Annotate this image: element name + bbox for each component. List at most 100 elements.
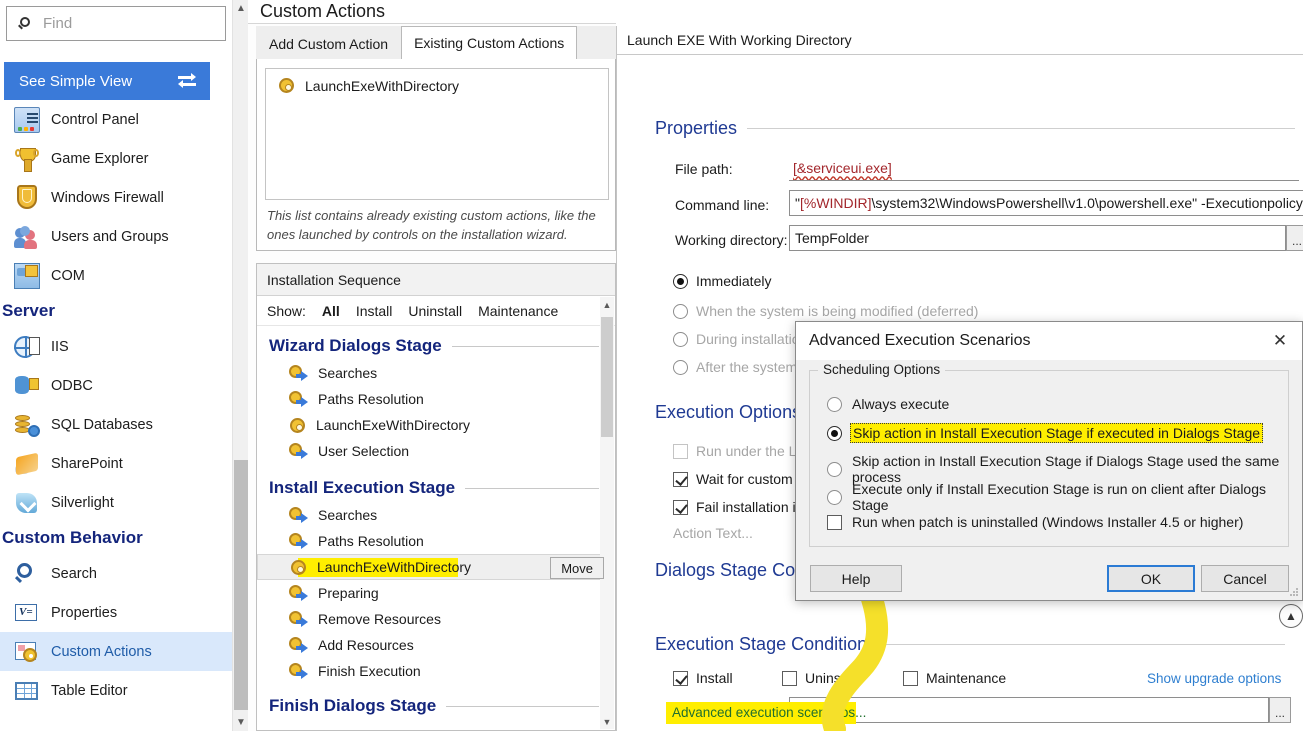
sidebar-item-game-explorer[interactable]: Game Explorer [0, 139, 232, 178]
schedule-radio-immediately[interactable]: Immediately [673, 273, 771, 289]
sidebar-item-odbc[interactable]: ODBC [0, 366, 232, 405]
sidebar-item-iis[interactable]: IIS [0, 327, 232, 366]
list-item[interactable]: LaunchExeWithDirectory [278, 77, 459, 94]
search-input[interactable] [41, 14, 211, 33]
radio-icon[interactable] [673, 304, 688, 319]
filter-install[interactable]: Install [356, 303, 393, 319]
radio-icon[interactable] [827, 426, 842, 441]
sidebar-item-search[interactable]: Search [0, 554, 232, 593]
check-run-local-system[interactable]: Run under the Local System account with … [673, 443, 803, 459]
radio-icon[interactable] [673, 274, 688, 289]
dialog-radio-always-execute[interactable]: Always execute [827, 395, 951, 413]
filter-maintenance[interactable]: Maintenance [478, 303, 558, 319]
checkbox-icon[interactable] [673, 444, 688, 459]
show-upgrade-options-link[interactable]: Show upgrade options [1147, 671, 1281, 686]
radio-icon[interactable] [827, 397, 842, 412]
sidebar-item-properties[interactable]: V= Properties [0, 593, 232, 632]
com-icon [14, 263, 40, 289]
sequence-item[interactable]: LaunchExeWithDirectory [257, 412, 615, 438]
check-fail-installation[interactable]: Fail installation if custom action retur… [673, 499, 803, 515]
divider [446, 706, 599, 707]
working-directory-browse-button[interactable]: ... [1286, 225, 1303, 251]
sequence-item[interactable]: User Selection [257, 438, 615, 464]
scrollbar-thumb[interactable] [234, 460, 248, 710]
sequence-item[interactable]: Finish Execution [257, 658, 615, 684]
search-box[interactable] [6, 6, 226, 41]
divider [747, 128, 1295, 129]
stage-check-uninstall[interactable]: Uninstall [782, 670, 859, 686]
sequence-item[interactable]: Searches [257, 360, 615, 386]
radio-icon[interactable] [827, 462, 842, 477]
check-wait-for-action[interactable]: Wait for custom action to finish before … [673, 471, 803, 487]
radio-icon[interactable] [673, 360, 688, 375]
sidebar-scrollbar[interactable]: ▲ ▼ [232, 0, 248, 731]
condition-browse-button[interactable]: ... [1269, 697, 1291, 723]
sequence-item-selected[interactable]: LaunchExeWithDirectory Move [257, 554, 609, 580]
radio-icon[interactable] [827, 490, 842, 505]
sidebar-item-custom-actions[interactable]: Custom Actions [0, 632, 232, 671]
section-title: Properties [655, 118, 737, 139]
sidebar-group-custom-behavior: Custom Behavior [0, 522, 232, 554]
checkbox-icon[interactable] [782, 671, 797, 686]
sequence-item[interactable]: Paths Resolution [257, 528, 615, 554]
sidebar-item-label: Table Editor [51, 683, 128, 699]
action-text-link[interactable]: Action Text... [673, 525, 753, 541]
sequence-item[interactable]: Preparing [257, 580, 615, 606]
see-simple-view-button[interactable]: See Simple View [4, 62, 210, 100]
shield-icon [14, 185, 40, 211]
scroll-down-icon[interactable]: ▼ [600, 714, 614, 729]
dialogs-stage-condition-heading: Dialogs Stage Condition [655, 560, 800, 581]
sidebar-item-sharepoint[interactable]: SharePoint [0, 444, 232, 483]
action-title: Launch EXE With Working Directory [617, 26, 1303, 55]
swap-arrows-icon [178, 73, 196, 89]
ok-button[interactable]: OK [1107, 565, 1195, 592]
radio-icon[interactable] [673, 332, 688, 347]
help-button[interactable]: Help [810, 565, 902, 592]
cancel-button[interactable]: Cancel [1201, 565, 1289, 592]
checkbox-icon[interactable] [903, 671, 918, 686]
stage-check-install[interactable]: Install [673, 670, 733, 686]
checkbox-icon[interactable] [673, 472, 688, 487]
scroll-up-icon[interactable]: ▲ [600, 297, 614, 312]
scroll-down-icon[interactable]: ▼ [233, 714, 249, 731]
sidebar-item-users-and-groups[interactable]: Users and Groups [0, 217, 232, 256]
collapse-chevron-up-icon[interactable]: ▲ [1279, 604, 1303, 628]
sidebar-item-windows-firewall[interactable]: Windows Firewall [0, 178, 232, 217]
command-line-input[interactable]: "[%WINDIR]\system32\WindowsPowershell\v1… [789, 190, 1303, 216]
sequence-item[interactable]: Searches [257, 502, 615, 528]
sidebar-item-table-editor[interactable]: Table Editor [0, 671, 232, 710]
scrollbar-thumb[interactable] [601, 317, 613, 437]
sidebar-item-label: SQL Databases [51, 417, 153, 433]
gear-arrow-icon [289, 585, 308, 602]
sidebar-item-control-panel[interactable]: Control Panel [0, 100, 232, 139]
tab-add-custom-action[interactable]: Add Custom Action [256, 28, 401, 59]
existing-actions-list[interactable]: LaunchExeWithDirectory [265, 68, 609, 200]
checkbox-icon[interactable] [827, 515, 842, 530]
checkbox-icon[interactable] [673, 671, 688, 686]
schedule-radio-deferred[interactable]: When the system is being modified (defer… [673, 303, 978, 319]
sidebar-item-silverlight[interactable]: Silverlight [0, 483, 232, 522]
dialog-radio-skip-if-executed[interactable]: Skip action in Install Execution Stage i… [827, 423, 1263, 443]
schedule-radio-commit[interactable]: After the system has been successfully m… [673, 359, 803, 375]
filter-all[interactable]: All [322, 303, 340, 319]
close-icon[interactable]: ✕ [1258, 323, 1302, 359]
sequence-item[interactable]: Paths Resolution [257, 386, 615, 412]
working-directory-input[interactable]: TempFolder [789, 225, 1286, 251]
file-path-input[interactable]: [&serviceui.exe] [789, 155, 1299, 181]
dialog-resize-grip-icon[interactable] [1290, 588, 1299, 597]
sequence-item[interactable]: Remove Resources [257, 606, 615, 632]
sequence-item[interactable]: Add Resources [257, 632, 615, 658]
advanced-execution-scenarios-link[interactable]: Advanced execution scenarios... [672, 705, 866, 720]
scroll-up-icon[interactable]: ▲ [233, 0, 249, 17]
sidebar-item-label: SharePoint [51, 456, 123, 472]
filter-uninstall[interactable]: Uninstall [408, 303, 462, 319]
sidebar-item-sql-databases[interactable]: SQL Databases [0, 405, 232, 444]
sequence-scrollbar[interactable]: ▲ ▼ [600, 297, 614, 729]
sidebar-item-com[interactable]: COM [0, 256, 232, 295]
tab-existing-custom-actions[interactable]: Existing Custom Actions [401, 26, 577, 60]
dialog-radio-execute-only-if[interactable]: Execute only if Install Execution Stage … [827, 480, 1288, 514]
move-button[interactable]: Move [550, 557, 604, 579]
dialog-check-run-when-patch-uninstalled[interactable]: Run when patch is uninstalled (Windows I… [827, 513, 1245, 531]
stage-check-maintenance[interactable]: Maintenance [903, 670, 1006, 686]
checkbox-icon[interactable] [673, 500, 688, 515]
